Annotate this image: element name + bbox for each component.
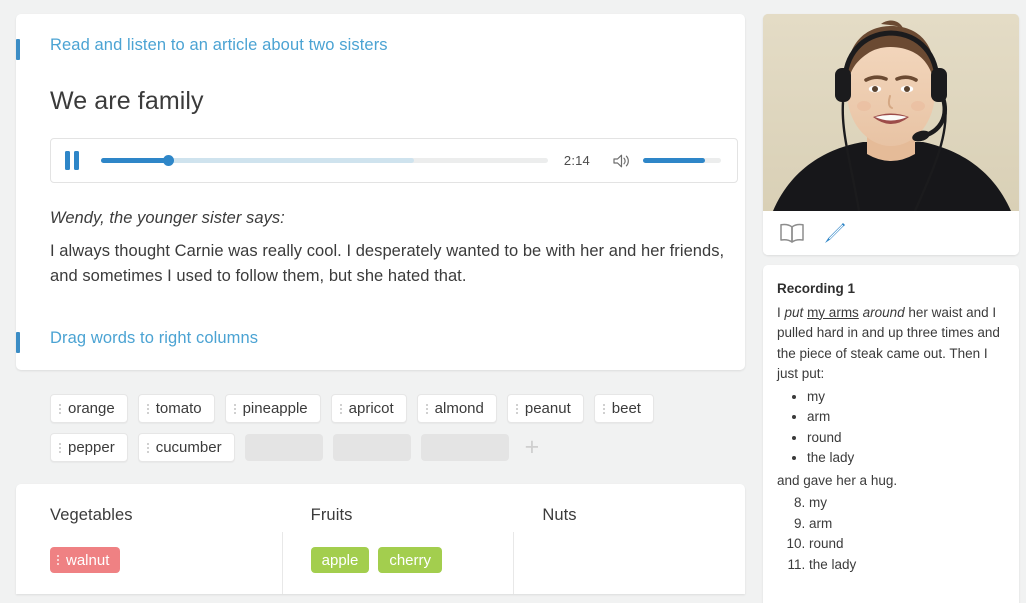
column-divider — [513, 532, 515, 595]
progress-played — [101, 158, 169, 163]
word-chip[interactable]: beet — [593, 394, 654, 424]
answer-chip-label: apple — [321, 551, 359, 569]
add-word-button[interactable]: + — [525, 435, 540, 460]
drag-section-heading: Drag words to right columns — [16, 329, 717, 354]
word-chip-label: apricot — [348, 400, 394, 418]
page-title: We are family — [50, 87, 204, 115]
answer-chip-right[interactable]: apple — [310, 547, 370, 574]
drag-handle[interactable] — [59, 403, 61, 414]
word-chip[interactable]: tomato — [137, 394, 215, 424]
column-vegetables[interactable]: Vegetables walnut — [50, 506, 282, 594]
main-content: Read and listen to an article about two … — [16, 14, 745, 603]
pause-button[interactable] — [65, 151, 83, 170]
empty-slot[interactable] — [420, 434, 509, 462]
word-chip-label: beet — [611, 400, 641, 418]
progress-handle[interactable] — [163, 155, 175, 166]
list-item: the lady — [807, 448, 1005, 469]
word-bank-row: orange tomato pineapple apricot almond peanut… — [50, 394, 745, 424]
word-chip-label: orange — [68, 400, 115, 418]
word-chip[interactable]: cucumber — [137, 433, 235, 463]
word-chip[interactable]: almond — [416, 394, 497, 424]
transcript-text-run: around — [862, 304, 905, 320]
word-chip-label: peanut — [524, 400, 571, 418]
transcript-text-run: put — [784, 304, 804, 320]
column-title: Fruits — [310, 506, 353, 525]
drag-handle[interactable] — [425, 403, 428, 414]
list-item: my — [807, 387, 1005, 408]
accent-bar — [16, 39, 20, 60]
list-item: the lady — [809, 555, 1005, 576]
drag-handle[interactable] — [515, 403, 518, 414]
audio-progress-slider[interactable] — [101, 153, 548, 169]
word-bank-row: pepper cucumber + — [50, 433, 745, 463]
empty-slot[interactable] — [332, 434, 411, 462]
volume-icon[interactable] — [612, 153, 631, 169]
drag-heading-label: Drag words to right columns — [50, 329, 259, 348]
article-card: Read and listen to an article about two … — [16, 14, 745, 371]
transcript-paragraph: I put my arms around her waist and I pul… — [777, 303, 1005, 385]
answer-columns: Vegetables walnut Fruits apple cherry Nut… — [16, 484, 745, 595]
column-divider — [281, 532, 283, 595]
drag-handle[interactable] — [59, 442, 61, 453]
transcript-title: Recording 1 — [777, 281, 856, 296]
article-paragraph: I always thought Carnie was really cool.… — [50, 242, 725, 286]
column-nuts[interactable]: Nuts — [513, 506, 745, 595]
empty-slot[interactable] — [244, 434, 323, 462]
article-section-heading: Read and listen to an article about two … — [16, 36, 717, 60]
drag-handle[interactable] — [602, 403, 605, 414]
transcript-text-run: I — [777, 304, 785, 320]
word-chip-label: cucumber — [155, 439, 222, 457]
video-thumbnail[interactable] — [763, 14, 1019, 211]
column-dropzone[interactable]: apple cherry — [310, 547, 514, 574]
column-dropzone[interactable]: walnut — [50, 547, 282, 574]
word-bank-tray: orange tomato pineapple apricot almond peanut… — [16, 380, 745, 477]
accent-bar — [16, 332, 20, 354]
word-chip-label: almond — [434, 400, 484, 418]
list-item: round — [807, 428, 1005, 449]
audio-time-label: 2:14 — [563, 153, 590, 168]
drag-handle[interactable] — [339, 403, 342, 414]
speaker-attribution: Wendy, the younger sister says: — [50, 209, 285, 227]
list-item: arm — [807, 407, 1005, 428]
list-item: round — [809, 534, 1005, 555]
drag-handle[interactable] — [146, 442, 149, 453]
media-card — [763, 14, 1019, 255]
word-chip[interactable]: orange — [50, 394, 128, 424]
volume-slider[interactable] — [643, 155, 721, 167]
drag-handle[interactable] — [233, 403, 236, 414]
transcript-middle-text: and gave her a hug. — [777, 472, 898, 488]
answer-chip-right[interactable]: cherry — [378, 547, 443, 574]
transcript-bullet-list: myarmroundthe lady — [777, 387, 1005, 469]
audio-player[interactable]: 2:14 — [50, 138, 738, 183]
column-fruits[interactable]: Fruits apple cherry — [281, 506, 514, 595]
drag-handle[interactable] — [57, 555, 59, 566]
word-chip-label: tomato — [155, 400, 202, 418]
book-icon[interactable] — [779, 222, 805, 244]
section-heading-label: Read and listen to an article about two … — [50, 36, 388, 54]
sidebar: Recording 1 I put my arms around her wai… — [763, 14, 1019, 603]
volume-fill — [643, 158, 706, 163]
article-body: Wendy, the younger sister says: I always… — [50, 209, 740, 289]
word-chip[interactable]: peanut — [506, 394, 584, 424]
word-chip[interactable]: apricot — [330, 394, 407, 424]
word-chip-label: pepper — [68, 439, 115, 457]
pen-icon[interactable] — [821, 221, 847, 245]
word-chip-label: pineapple — [242, 400, 308, 418]
drag-handle[interactable] — [146, 403, 149, 414]
media-toolbar — [763, 211, 1019, 255]
column-title: Nuts — [542, 506, 577, 525]
answer-chip-label: walnut — [66, 551, 110, 569]
list-item: my — [809, 493, 1005, 514]
column-title: Vegetables — [50, 506, 133, 525]
transcript-numbered-list: myarmroundthe lady — [777, 493, 1005, 575]
answer-chip-wrong[interactable]: walnut — [50, 547, 121, 574]
answer-chip-label: cherry — [389, 551, 432, 569]
page-root: Read and listen to an article about two … — [0, 0, 1026, 603]
word-chip[interactable]: pineapple — [224, 394, 321, 424]
list-item: arm — [809, 514, 1005, 535]
word-chip[interactable]: pepper — [50, 433, 128, 463]
transcript-panel: Recording 1 I put my arms around her wai… — [763, 265, 1019, 603]
transcript-text-run: my arms — [807, 304, 859, 320]
